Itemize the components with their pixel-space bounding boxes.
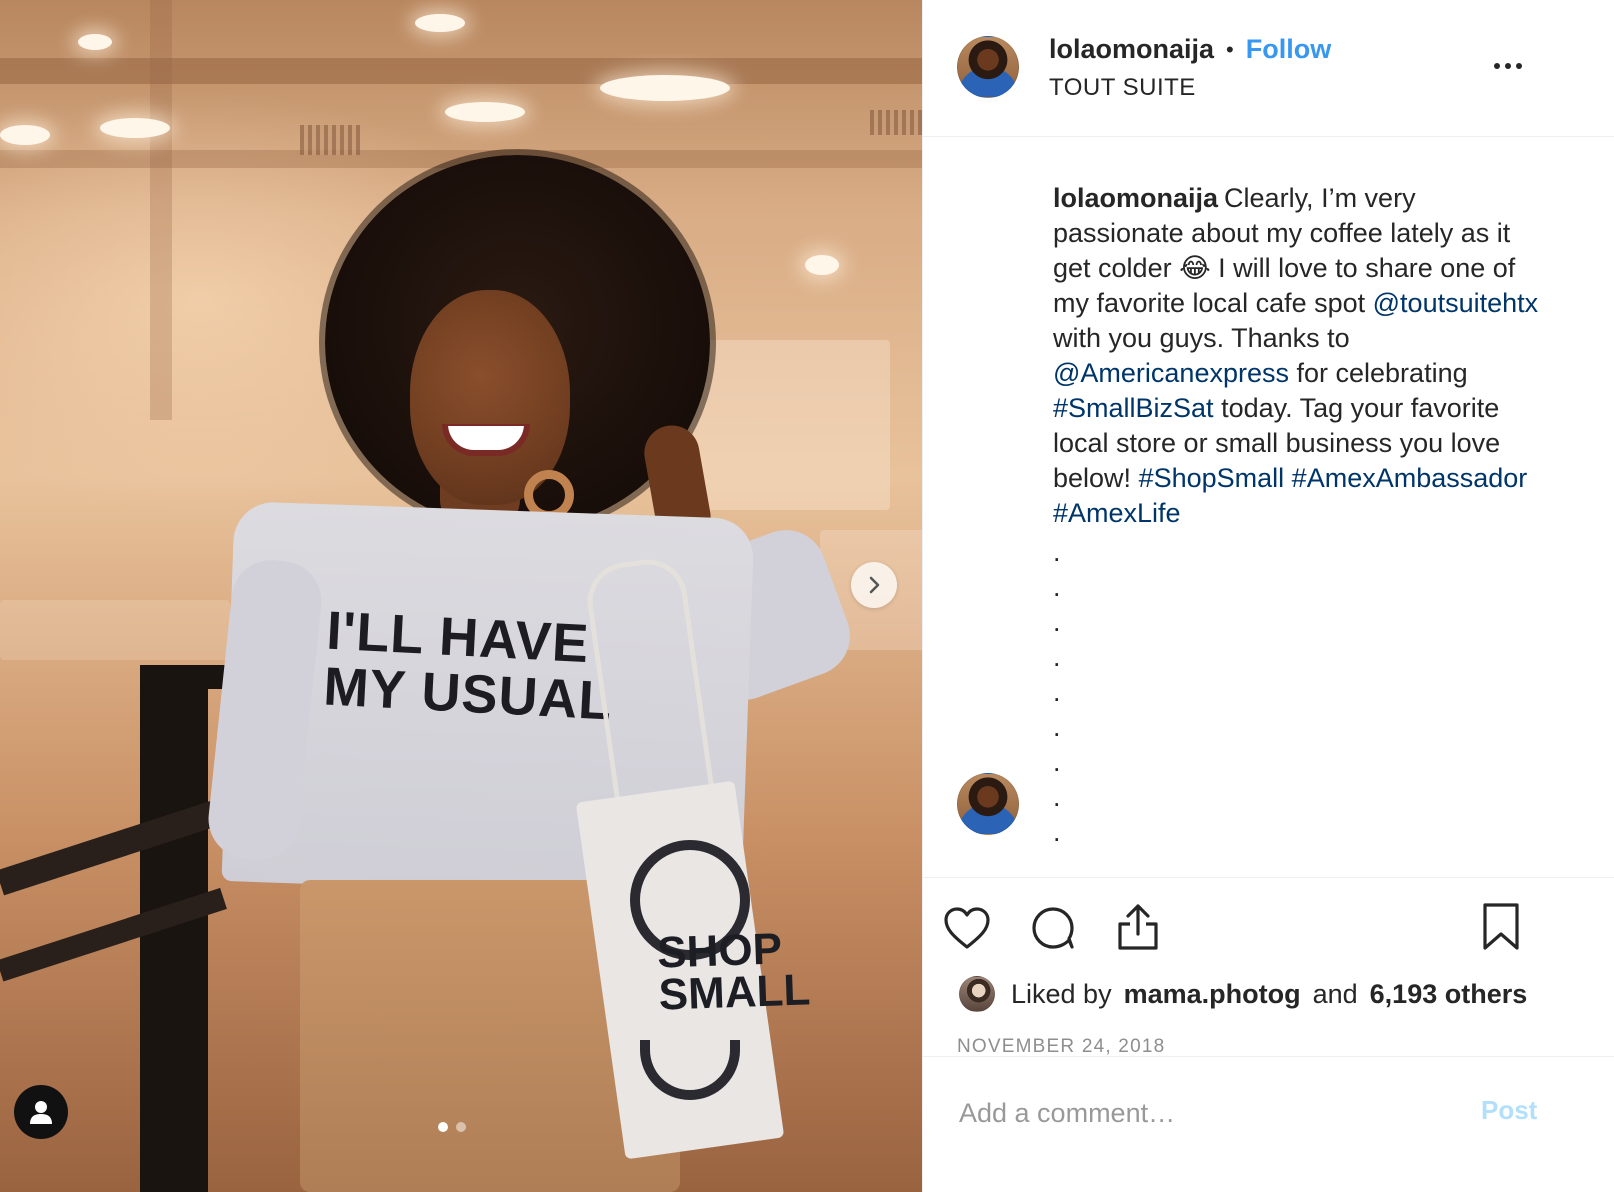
commenter-avatar[interactable] (957, 773, 1019, 835)
author-avatar[interactable] (957, 36, 1019, 98)
mention-link[interactable]: @toutsuitehtx (1373, 288, 1539, 318)
liker-username[interactable]: mama.photog (1124, 979, 1301, 1010)
counter (0, 600, 230, 660)
hashtag-link[interactable]: #AmexAmbassador (1292, 463, 1528, 493)
ceiling-light (415, 14, 465, 32)
comment-input[interactable] (959, 1091, 1439, 1135)
post-photo[interactable]: I'LL HAVE MY USUAL SHOP SMALL (0, 0, 950, 1192)
carousel-dot (438, 1122, 448, 1132)
caption-text: for celebrating (1289, 358, 1468, 388)
hashtag-link[interactable]: #ShopSmall (1139, 463, 1285, 493)
trailing-dot: . (1053, 537, 1061, 567)
header-user-row: lolaomonaija • Follow (1049, 34, 1331, 65)
liked-by-and: and (1312, 978, 1358, 1009)
liker-avatar[interactable] (959, 976, 995, 1012)
post-actions: Liked by mama.photog and 6,193 others NO… (923, 877, 1614, 1183)
likes-count-link[interactable]: 6,193 others (1370, 979, 1528, 1010)
trailing-dot: . (1053, 817, 1061, 847)
share-icon[interactable] (1115, 902, 1161, 952)
caption-text: with you guys. Thanks to (1053, 323, 1350, 353)
ceiling-light (445, 102, 525, 122)
chevron-right-icon (869, 576, 880, 594)
mention-link[interactable]: @Americanexpress (1053, 358, 1289, 388)
ceiling-pole (150, 0, 172, 420)
caption-trailing-dots: . . . . . . . . . (1053, 535, 1061, 850)
trailing-dot: . (1053, 712, 1061, 742)
more-horizontal-icon (1516, 63, 1522, 69)
post-comment-button[interactable]: Post (1481, 1095, 1537, 1126)
next-photo-button[interactable] (851, 562, 897, 608)
more-horizontal-icon (1494, 63, 1500, 69)
follow-button[interactable]: Follow (1246, 34, 1331, 65)
tote-line: SMALL (657, 965, 812, 1020)
trailing-dot: . (1053, 677, 1061, 707)
post-header: lolaomonaija • Follow TOUT SUITE (923, 0, 1614, 137)
bookmark-icon[interactable] (1481, 902, 1521, 952)
more-horizontal-icon (1505, 63, 1511, 69)
trailing-dot: . (1053, 572, 1061, 602)
window-glare (690, 340, 890, 510)
tote-print: SHOP SMALL (656, 924, 812, 1020)
post-sidebar: lolaomonaija • Follow TOUT SUITE lolaomo… (922, 0, 1614, 1192)
trailing-dot: . (1053, 782, 1061, 812)
trailing-dot: . (1053, 642, 1061, 672)
ceiling-beam (0, 58, 950, 84)
laughing-emoji-icon: 😂 (1179, 253, 1211, 283)
shirt-print: I'LL HAVE MY USUAL (322, 601, 616, 732)
likes-summary: Liked by mama.photog and 6,193 others (959, 976, 1539, 1012)
ceiling-vent (300, 125, 360, 155)
more-options-button[interactable] (1488, 52, 1528, 80)
post-date[interactable]: NOVEMBER 24, 2018 (957, 1036, 1165, 1058)
carousel-indicator (438, 1122, 466, 1132)
ceiling-light (78, 34, 112, 50)
comments-area[interactable]: lolaomonaija Clearly, I’m very passionate… (923, 137, 1614, 877)
user-icon (30, 1101, 52, 1124)
hashtag-link[interactable]: #SmallBizSat (1053, 393, 1214, 423)
carousel-dot (456, 1122, 466, 1132)
location-link[interactable]: TOUT SUITE (1049, 74, 1196, 102)
ceiling-light (600, 75, 730, 101)
ceiling-light (0, 125, 50, 145)
author-username[interactable]: lolaomonaija (1049, 34, 1214, 65)
ceiling-light (100, 118, 170, 138)
ceiling-vent (870, 110, 925, 135)
comment-icon[interactable] (1029, 904, 1077, 952)
add-comment-bar: Post (923, 1056, 1614, 1184)
heart-icon[interactable] (943, 906, 991, 950)
liked-by-prefix: Liked by (1011, 978, 1112, 1009)
trailing-dot: . (1053, 747, 1061, 777)
tagged-users-button[interactable] (14, 1085, 68, 1139)
trailing-dot: . (1053, 607, 1061, 637)
separator-bullet: • (1226, 36, 1234, 62)
post-caption: lolaomonaija Clearly, I’m very passionate… (1053, 181, 1553, 531)
caption-username[interactable]: lolaomonaija (1053, 183, 1218, 213)
ceiling-light (805, 255, 839, 275)
hashtag-link[interactable]: #AmexLife (1053, 498, 1181, 528)
